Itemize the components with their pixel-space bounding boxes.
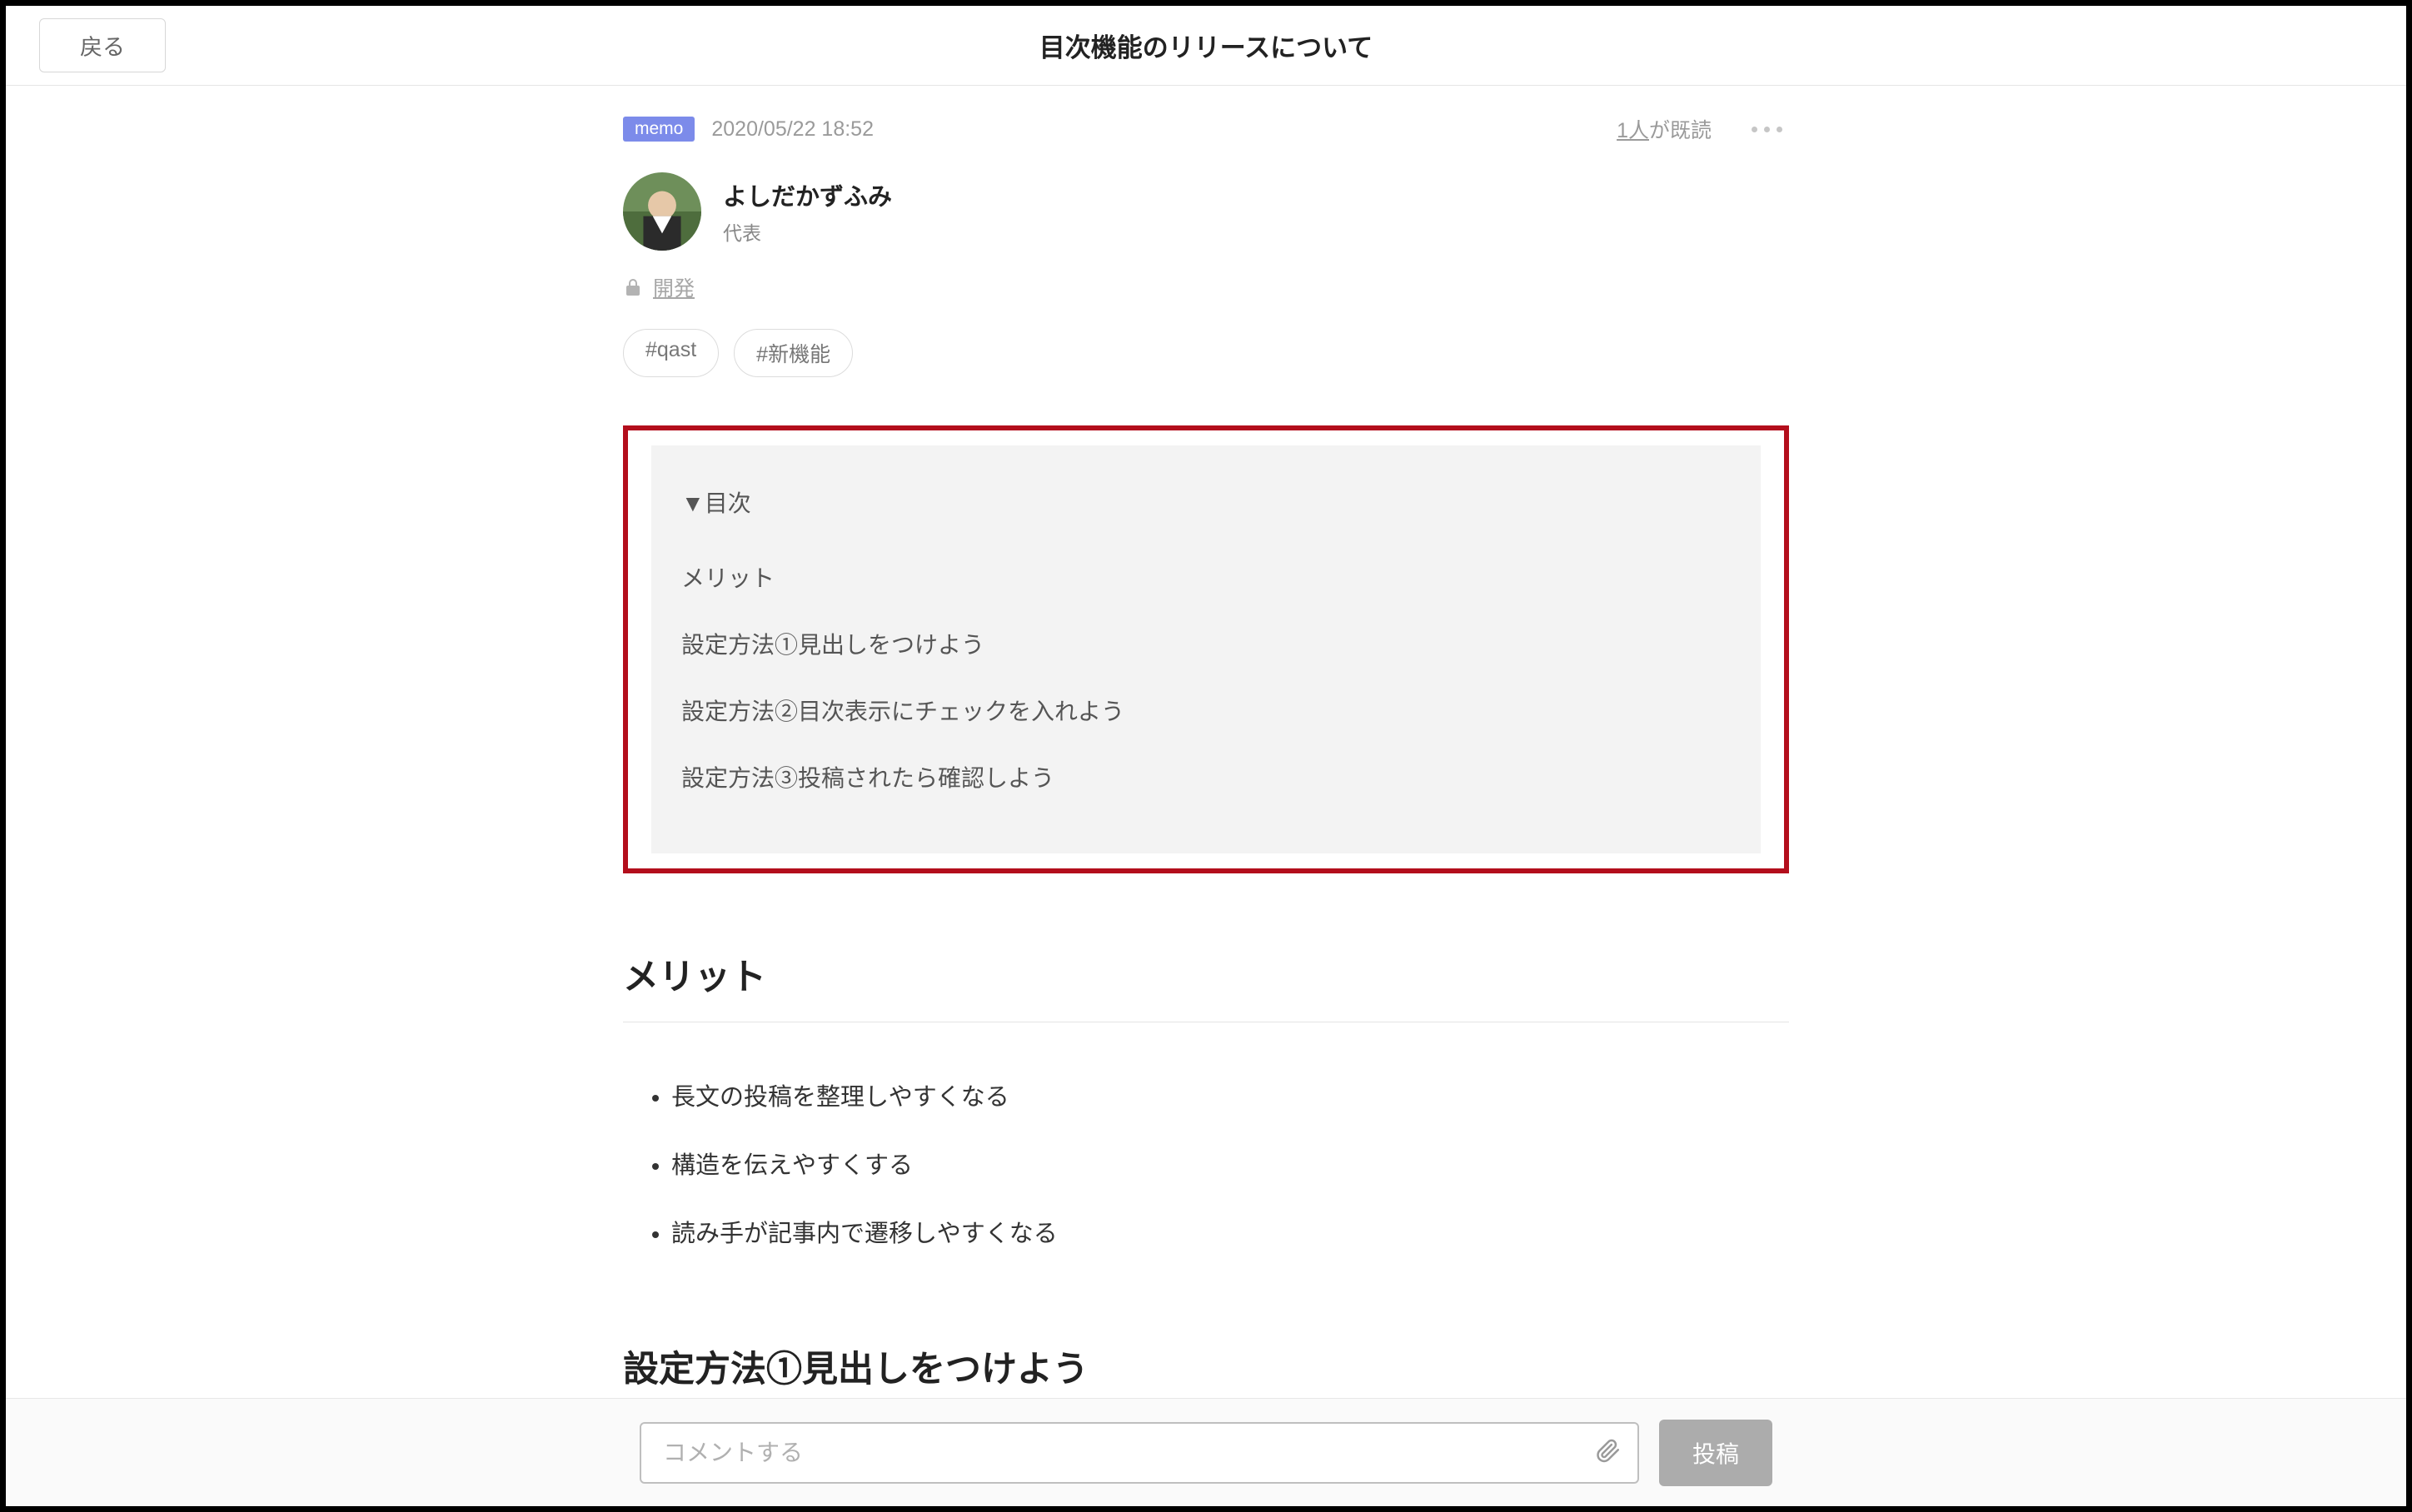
type-chip: memo	[623, 117, 695, 142]
submit-button[interactable]: 投稿	[1659, 1420, 1772, 1486]
section-heading: 設定方法①見出しをつけよう	[623, 1340, 1789, 1398]
bullet-list: 長文の投稿を整理しやすくなる 構造を伝えやすくする 読み手が記事内で遷移しやすく…	[623, 1061, 1789, 1266]
author-name: よしだかずふみ	[723, 177, 892, 212]
timestamp: 2020/05/22 18:52	[711, 117, 874, 142]
page-title: 目次機能のリリースについて	[1039, 27, 1373, 64]
list-item: 構造を伝えやすくする	[671, 1129, 1789, 1197]
toc-panel: ▼目次 メリット 設定方法①見出しをつけよう 設定方法②目次表示にチェックを入れ…	[651, 445, 1761, 853]
list-item: 長文の投稿を整理しやすくなる	[671, 1061, 1789, 1129]
attachment-icon[interactable]	[1596, 1438, 1621, 1467]
toc-item[interactable]: 設定方法①見出しをつけよう	[681, 610, 1731, 677]
author-row: よしだかずふみ 代表	[623, 172, 1789, 251]
content-scroll[interactable]: memo 2020/05/22 18:52 1人が既読	[6, 86, 2406, 1398]
tags-row: #qast #新機能	[623, 329, 1789, 377]
comment-input[interactable]	[640, 1422, 1639, 1484]
back-button[interactable]: 戻る	[39, 18, 166, 72]
category-row: 開発	[623, 272, 1789, 302]
comment-bar: 投稿	[6, 1398, 2406, 1506]
meta-row: memo 2020/05/22 18:52 1人が既読	[623, 114, 1789, 144]
more-menu-icon[interactable]	[1745, 120, 1789, 139]
toc-item[interactable]: メリット	[681, 544, 1731, 610]
toc-title[interactable]: ▼目次	[681, 485, 1731, 519]
tag-pill[interactable]: #新機能	[734, 329, 853, 377]
read-status[interactable]: 1人が既読	[1617, 114, 1712, 144]
toc-highlight-box: ▼目次 メリット 設定方法①見出しをつけよう 設定方法②目次表示にチェックを入れ…	[623, 425, 1789, 873]
avatar[interactable]	[623, 172, 701, 251]
top-bar: 戻る 目次機能のリリースについて	[6, 6, 2406, 86]
category-link[interactable]: 開発	[653, 272, 695, 302]
lock-icon	[623, 277, 643, 297]
toc-item[interactable]: 設定方法③投稿されたら確認しよう	[681, 744, 1731, 810]
section-heading: メリット	[623, 948, 1789, 1022]
author-role: 代表	[723, 217, 892, 246]
tag-pill[interactable]: #qast	[623, 329, 719, 377]
toc-item[interactable]: 設定方法②目次表示にチェックを入れよう	[681, 677, 1731, 744]
list-item: 読み手が記事内で遷移しやすくなる	[671, 1197, 1789, 1266]
